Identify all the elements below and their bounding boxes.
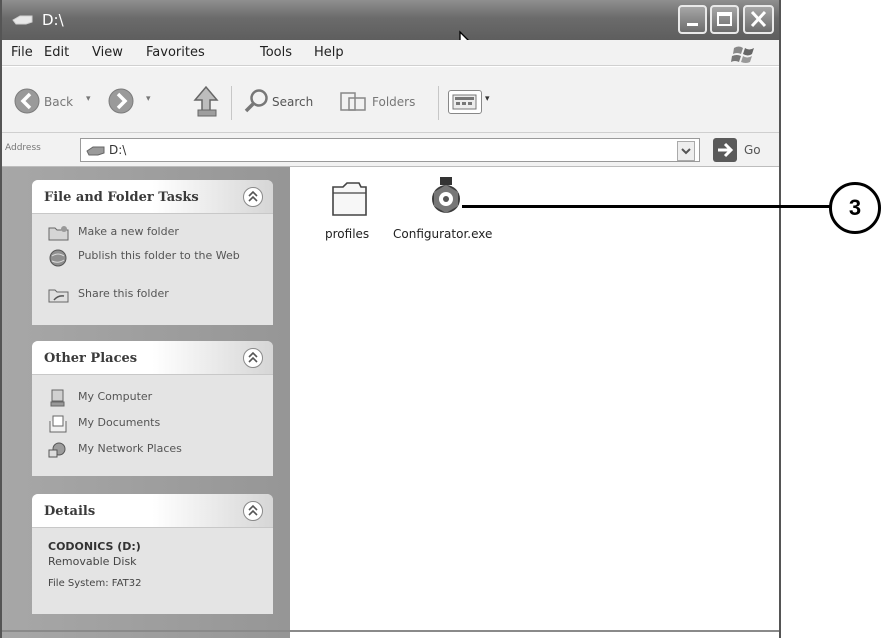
- panel-header[interactable]: Other Places: [32, 341, 273, 375]
- maximize-button[interactable]: [710, 5, 739, 34]
- file-name: Configurator.exe: [393, 227, 493, 241]
- address-label: Address: [5, 143, 41, 153]
- callout-number: 3: [848, 195, 862, 220]
- panel-title: File and Folder Tasks: [44, 190, 199, 205]
- chevron-up-icon: [248, 351, 258, 363]
- menu-help[interactable]: Help: [314, 45, 344, 60]
- back-button[interactable]: Back: [44, 95, 73, 109]
- panel-title: Other Places: [44, 351, 138, 366]
- minimize-icon: [687, 23, 698, 26]
- search-icon: [244, 89, 268, 113]
- menu-file[interactable]: File: [11, 45, 33, 60]
- window-title: D:\: [42, 11, 64, 29]
- computer-icon: [50, 389, 65, 407]
- back-dropdown-icon[interactable]: ▾: [86, 94, 91, 104]
- close-button[interactable]: [743, 5, 774, 34]
- up-folder-icon[interactable]: [190, 84, 222, 118]
- network-icon: [48, 442, 66, 458]
- forward-arrow-icon[interactable]: [108, 88, 134, 114]
- panel-header[interactable]: Details: [32, 494, 273, 528]
- file-item-profiles[interactable]: profiles: [325, 179, 385, 249]
- menu-bar: File Edit View Favorites Tools Help: [2, 40, 779, 66]
- file-list-view: profiles Configurator.exe: [290, 167, 779, 638]
- collapse-button[interactable]: [243, 187, 263, 207]
- new-folder-icon: [48, 226, 69, 241]
- drive-icon: [86, 146, 105, 156]
- go-arrow-icon: [718, 142, 734, 158]
- minimize-button[interactable]: [678, 5, 707, 34]
- menu-view[interactable]: View: [92, 45, 123, 60]
- panel-title: Details: [44, 504, 96, 519]
- details-panel: Details CODONICS (D:) Removable Disk Fil…: [32, 494, 273, 614]
- details-drive-name: CODONICS (D:): [48, 540, 141, 553]
- explorer-window: D:\ File Edit View Favorites Tools Help …: [0, 0, 781, 638]
- windows-logo-icon: [731, 46, 754, 63]
- globe-icon: [49, 249, 67, 267]
- share-icon: [48, 289, 69, 303]
- file-item-configurator[interactable]: Configurator.exe: [393, 175, 513, 251]
- file-folder-tasks-panel: File and Folder Tasks Make a new folder …: [32, 180, 273, 325]
- chevron-up-icon: [248, 190, 258, 202]
- views-grid-icon: [452, 94, 477, 110]
- details-drive-type: Removable Disk: [48, 555, 137, 568]
- title-bar[interactable]: D:\: [2, 0, 779, 40]
- back-arrow-icon: [14, 88, 40, 114]
- drive-icon: [12, 15, 33, 25]
- maximize-icon: [717, 12, 732, 26]
- address-dropdown-button[interactable]: [677, 141, 695, 161]
- collapse-button[interactable]: [243, 501, 263, 521]
- details-file-system: File System: FAT32: [48, 578, 142, 589]
- folders-icon: [340, 92, 366, 111]
- menu-edit[interactable]: Edit: [44, 45, 69, 60]
- callout-line: [462, 205, 830, 208]
- close-icon: [750, 10, 767, 28]
- address-bar: Address D:\: [2, 133, 779, 167]
- chevron-down-icon: [681, 148, 691, 155]
- search-button[interactable]: Search: [272, 95, 313, 109]
- panel-header[interactable]: File and Folder Tasks: [32, 180, 273, 214]
- forward-dropdown-icon[interactable]: ▾: [146, 94, 151, 104]
- callout-marker: 3: [829, 182, 881, 234]
- menu-favorites[interactable]: Favorites: [146, 45, 205, 60]
- file-name: profiles: [325, 227, 370, 241]
- task-pane: File and Folder Tasks Make a new folder …: [2, 167, 290, 638]
- go-label[interactable]: Go: [744, 143, 761, 157]
- views-button[interactable]: [448, 90, 482, 114]
- window-bottom-border: [2, 630, 779, 632]
- configurator-exe-icon: [432, 177, 460, 213]
- folder-icon: [332, 182, 367, 216]
- go-button[interactable]: [713, 138, 737, 162]
- collapse-button[interactable]: [243, 348, 263, 368]
- folders-button[interactable]: Folders: [372, 95, 415, 109]
- address-value: D:\: [109, 143, 127, 157]
- views-dropdown-icon[interactable]: ▾: [485, 94, 490, 104]
- chevron-up-icon: [248, 504, 258, 516]
- menu-tools[interactable]: Tools: [260, 45, 292, 60]
- address-field[interactable]: D:\: [80, 138, 700, 162]
- other-places-panel: Other Places My Computer My Documents My…: [32, 341, 273, 476]
- documents-icon: [49, 415, 67, 433]
